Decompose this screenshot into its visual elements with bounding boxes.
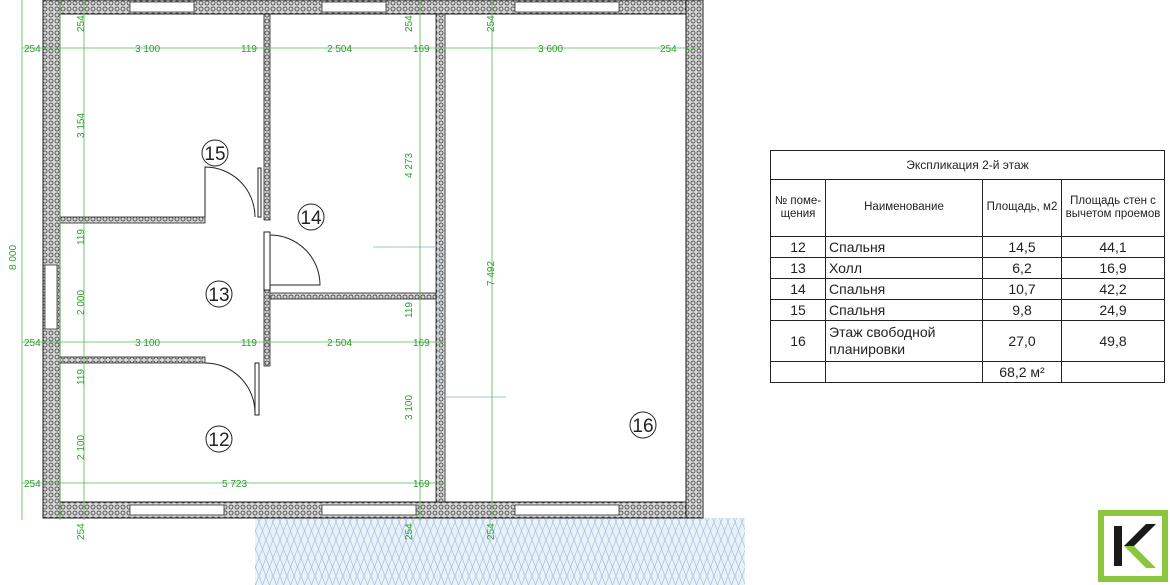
dim-top-3600: 3 600 (538, 44, 563, 55)
explication-title: Экспликация 2-й этаж (770, 150, 1165, 180)
k-logo-icon (1098, 510, 1168, 582)
dim-mid-119: 119 (241, 338, 257, 349)
room-label-13: 13 (208, 285, 229, 306)
dim-v-a-254-top: 254 (76, 15, 87, 32)
interior-walls (59, 13, 446, 503)
dimension-texts-horizontal: 254 3 100 119 2 504 169 3 600 254 254 3 … (24, 44, 677, 490)
total-wall-area (1061, 361, 1165, 383)
dim-top-119: 119 (241, 44, 257, 55)
room-label-15: 15 (204, 144, 225, 165)
cell-wall-area: 42,2 (1061, 278, 1165, 300)
cell-name: Спальня (825, 299, 983, 321)
dim-bot-5723: 5 723 (222, 479, 247, 490)
dim-v-a-3154: 3 154 (76, 113, 87, 138)
dim-v-a-119: 119 (76, 229, 87, 245)
dim-v-c-254-bot: 254 (486, 523, 497, 540)
floor-plan: 254 3 100 119 2 504 169 3 600 254 254 3 … (8, 0, 745, 585)
header-area: Площадь, м2 (982, 179, 1062, 237)
dim-mid-2504: 2 504 (327, 338, 352, 349)
table-row: 12 Спальня 14,5 44,1 (770, 236, 1165, 258)
dim-top-254-left: 254 (24, 44, 41, 55)
dim-bot-254: 254 (24, 479, 41, 490)
table-row: 13 Холл 6,2 16,9 (770, 257, 1165, 279)
dim-v-b-119: 119 (404, 302, 415, 318)
dim-v-b-4273: 4 273 (404, 153, 415, 178)
explication-table: Экспликация 2-й этаж № поме-щения Наимен… (770, 150, 1165, 383)
dim-v-b-254-bot: 254 (404, 523, 415, 540)
dim-v-a-119-2: 119 (76, 369, 87, 385)
dim-top-3100: 3 100 (135, 44, 160, 55)
dim-v-c-7492: 7 492 (486, 261, 497, 286)
exterior-walls (42, 0, 704, 519)
cell-name: Спальня (825, 236, 983, 258)
cell-area: 6,2 (982, 257, 1062, 279)
table-row: 14 Спальня 10,7 42,2 (770, 278, 1165, 300)
cell-area: 27,0 (982, 320, 1062, 362)
cell-name: Этаж свободной планировки (825, 320, 983, 362)
cell-num: 13 (770, 257, 826, 279)
dim-v-a-254-bot: 254 (76, 523, 87, 540)
total-area: 68,2 м² (982, 361, 1062, 383)
cell-area: 10,7 (982, 278, 1062, 300)
dimension-lines (21, 0, 700, 520)
dim-top-254-right: 254 (660, 44, 677, 55)
cell-num: 14 (770, 278, 826, 300)
table-row: 16 Этаж свободной планировки 27,0 49,8 (770, 320, 1165, 362)
cell-num: 12 (770, 236, 826, 258)
table-row: 15 Спальня 9,8 24,9 (770, 299, 1165, 321)
cell-name: Спальня (825, 278, 983, 300)
cell-area: 9,8 (982, 299, 1062, 321)
dim-mid-169: 169 (413, 338, 430, 349)
room-label-16: 16 (632, 416, 653, 437)
dim-v-b-3100: 3 100 (404, 395, 415, 420)
header-name: Наименование (825, 179, 983, 237)
cell-wall-area: 49,8 (1061, 320, 1165, 362)
cell-num: 15 (770, 299, 826, 321)
dim-top-2504: 2 504 (327, 44, 352, 55)
cell-name: Холл (825, 257, 983, 279)
total-row: 68,2 м² (770, 361, 1165, 383)
header-wall-area: Площадь стен с вычетом проемов (1061, 179, 1165, 237)
dim-v-a-2000: 2 000 (76, 290, 87, 315)
dim-mid-254: 254 (24, 338, 41, 349)
dim-v-c-254-top: 254 (486, 15, 497, 32)
cell-wall-area: 44,1 (1061, 236, 1165, 258)
room-label-14: 14 (300, 208, 322, 229)
cell-area: 14,5 (982, 236, 1062, 258)
cell-num: 16 (770, 320, 826, 362)
header-num: № поме-щения (770, 179, 826, 237)
cell-wall-area: 16,9 (1061, 257, 1165, 279)
balcony (255, 518, 745, 585)
dimension-texts-vertical: 8 000 254 3 154 119 2 000 119 2 100 254 … (8, 15, 497, 540)
dim-v-b-254-top: 254 (404, 15, 415, 32)
dim-v-8000: 8 000 (8, 245, 19, 270)
dim-top-169: 169 (413, 44, 430, 55)
total-num (770, 361, 826, 383)
dim-v-a-2100: 2 100 (76, 435, 87, 460)
dim-bot-169: 169 (413, 479, 430, 490)
cell-wall-area: 24,9 (1061, 299, 1165, 321)
total-name (825, 361, 983, 383)
dim-mid-3100: 3 100 (135, 338, 160, 349)
room-label-12: 12 (208, 430, 229, 451)
windows (44, 1, 620, 516)
